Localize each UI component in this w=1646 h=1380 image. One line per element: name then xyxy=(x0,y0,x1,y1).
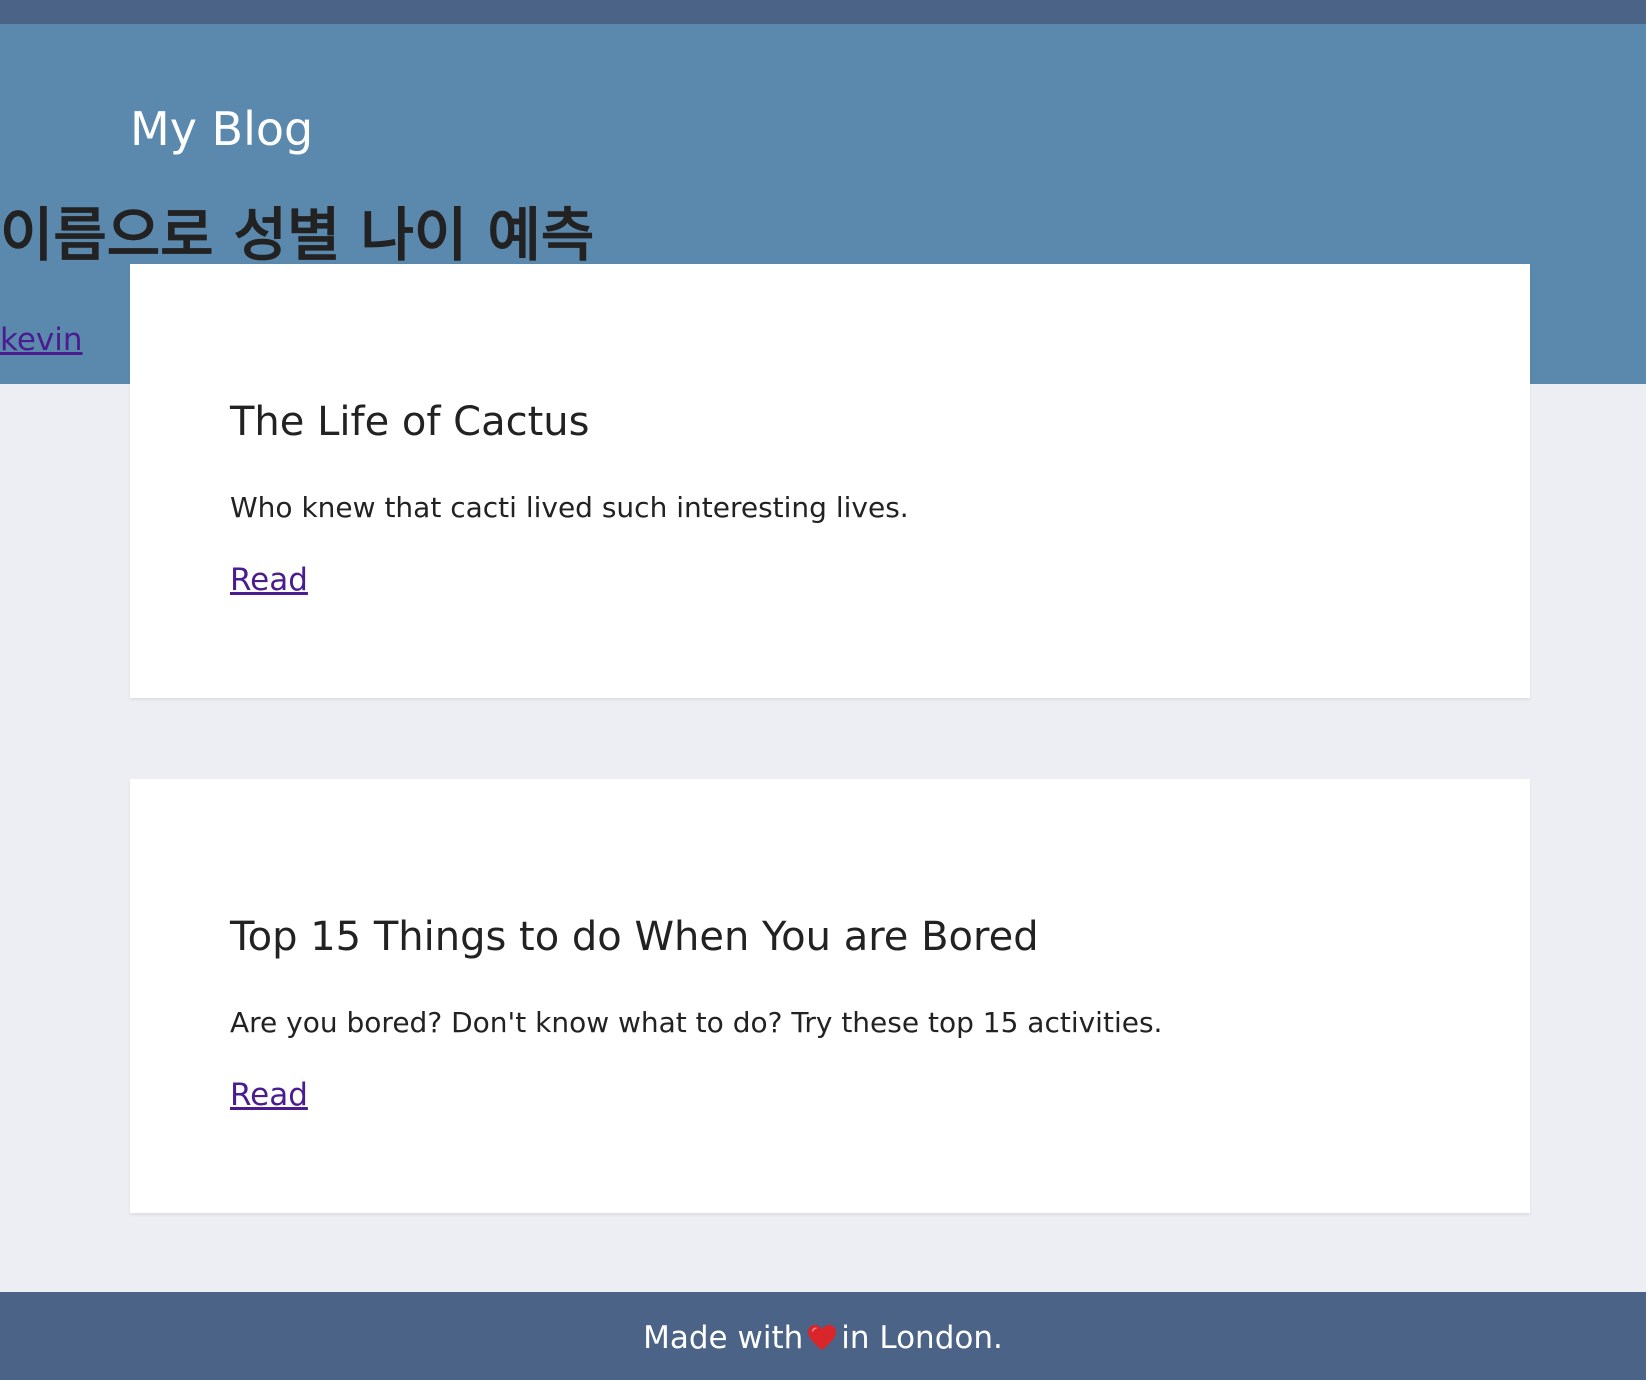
read-link[interactable]: Read xyxy=(230,558,308,602)
footer-text-after: in London. xyxy=(841,1320,1003,1356)
read-link[interactable]: Read xyxy=(230,1073,308,1117)
post-heading: 이름으로 성별 나이 예측 xyxy=(0,201,595,269)
post-card: Top 15 Things to do When You are Bored A… xyxy=(130,779,1530,1213)
footer: Made with in London. xyxy=(0,1292,1646,1380)
post-card: The Life of Cactus Who knew that cacti l… xyxy=(130,264,1530,698)
blog-title[interactable]: My Blog xyxy=(130,98,313,160)
author-link[interactable]: kevin xyxy=(0,318,83,362)
post-summary: Who knew that cacti lived such interesti… xyxy=(230,491,909,524)
post-summary: Are you bored? Don't know what to do? Tr… xyxy=(230,1006,1163,1039)
footer-text-before: Made with xyxy=(643,1320,804,1356)
post-title: The Life of Cactus xyxy=(230,399,590,445)
top-bar xyxy=(0,0,1646,24)
heart-icon xyxy=(807,1324,837,1352)
post-title: Top 15 Things to do When You are Bored xyxy=(230,914,1039,960)
footer-text: Made with in London. xyxy=(0,1316,1646,1360)
